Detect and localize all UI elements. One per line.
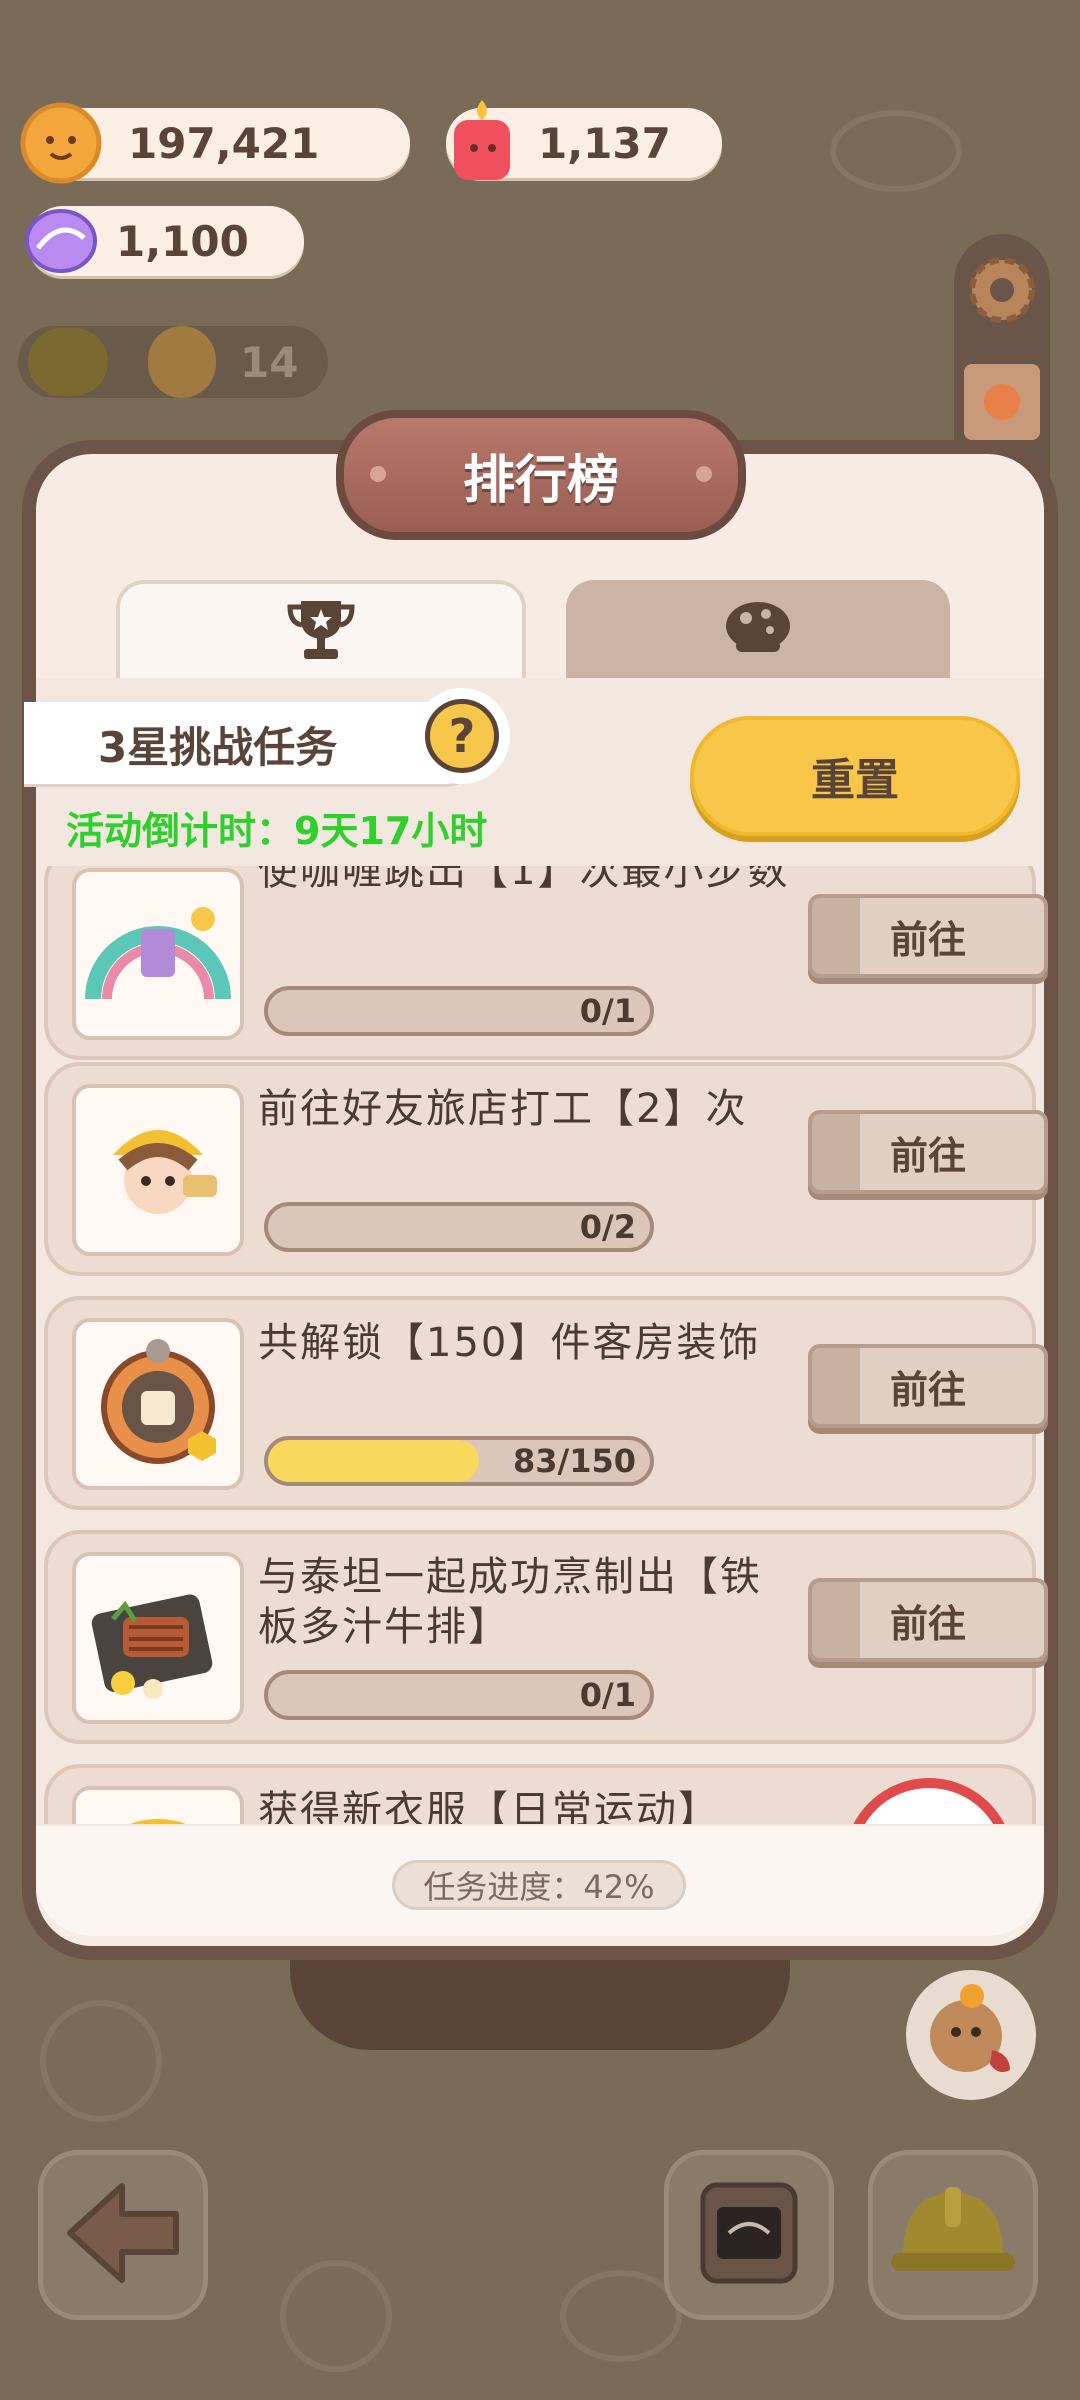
task-name: 与泰坦一起成功烹制出【铁板多汁牛排】 — [258, 1554, 762, 1650]
panel-title-plate: 排行榜 — [336, 410, 746, 540]
tab-mushroom[interactable] — [566, 580, 950, 680]
nail-left — [370, 466, 386, 482]
task-thumbnail — [72, 1786, 244, 1824]
help-icon: ? — [425, 699, 499, 773]
candle-icon — [444, 96, 520, 186]
task-thumbnail — [72, 1084, 244, 1256]
character-chat-button[interactable] — [906, 1970, 1036, 2100]
oven-icon — [689, 2173, 809, 2297]
completed-stamp-icon — [844, 1778, 1014, 1824]
task-progress-bar: 83/150 — [264, 1436, 654, 1486]
panel-footer: 任务进度：42% — [36, 1826, 1044, 1936]
level-bar: 14 — [18, 326, 328, 398]
help-button[interactable]: ? — [414, 688, 510, 784]
task-progress-value: 0/1 — [579, 1676, 636, 1714]
task-progress-bar: 0/2 — [264, 1202, 654, 1252]
candle-count: 1,137 — [538, 118, 671, 168]
task-item: 共解锁【150】件客房装饰 83/150 前往 — [44, 1296, 1048, 1510]
panel-title: 排行榜 — [462, 450, 619, 511]
task-name: 前往好友旅店打工【2】次 — [258, 1086, 748, 1132]
task-progress-value: 0/2 — [579, 1208, 636, 1246]
bakery-button[interactable] — [664, 2150, 834, 2320]
task-progress-bar: 0/1 — [264, 986, 654, 1036]
task-name: 获得新衣服【日常运动】 — [258, 1788, 720, 1824]
go-button[interactable]: 前往 — [808, 894, 1048, 978]
hardhat-icon — [883, 2173, 1023, 2297]
trophy-icon — [286, 597, 356, 667]
go-button[interactable]: 前往 — [808, 1110, 1048, 1194]
reset-button[interactable]: 重置 — [690, 716, 1020, 836]
task-name: 共解锁【150】件客房装饰 — [258, 1320, 761, 1366]
gem-count: 1,100 — [116, 216, 249, 266]
task-progress-value: 83/150 — [512, 1442, 636, 1480]
stamp-icon[interactable] — [964, 364, 1040, 440]
bg-doodle — [280, 2260, 392, 2372]
sun-icon — [28, 328, 108, 396]
task-item: 使咖喱跳出【1】次最小步数 0/1 前往 — [44, 866, 1048, 1060]
task-thumbnail — [72, 1318, 244, 1490]
task-progress-value: 0/1 — [579, 992, 636, 1030]
task-item: 与泰坦一起成功烹制出【铁板多汁牛排】 0/1 前往 — [44, 1530, 1048, 1744]
cookie-count: 197,421 — [128, 118, 320, 168]
level-count: 14 — [240, 338, 299, 387]
challenge-label: 3星挑战任务 — [98, 723, 338, 772]
go-button[interactable]: 前往 — [808, 1344, 1048, 1428]
go-button[interactable]: 前往 — [808, 1578, 1048, 1662]
cookie-icon — [18, 100, 104, 186]
bg-doodle — [40, 2000, 162, 2122]
back-arrow-icon — [58, 2178, 188, 2292]
task-thumbnail — [72, 1552, 244, 1724]
task-item: 获得新衣服【日常运动】 — [44, 1764, 1036, 1824]
task-list[interactable]: 使咖喱跳出【1】次最小步数 0/1 前往 前往好友旅店打工【2】次 0/2 前往… — [0, 866, 1080, 1824]
nail-right — [696, 466, 712, 482]
mushroom-icon — [722, 598, 794, 662]
back-button[interactable] — [38, 2150, 208, 2320]
task-progress-bar: 0/1 — [264, 1670, 654, 1720]
task-item: 前往好友旅店打工【2】次 0/2 前往 — [44, 1062, 1048, 1276]
settings-gear-icon[interactable] — [958, 246, 1046, 334]
task-progress-label: 任务进度：42% — [392, 1860, 686, 1910]
build-button[interactable] — [868, 2150, 1038, 2320]
gem-icon — [16, 198, 106, 284]
task-thumbnail — [72, 868, 244, 1040]
tab-trophy[interactable] — [116, 580, 526, 680]
countdown-text: 活动倒计时：9天17小时 — [66, 809, 488, 853]
task-name: 使咖喱跳出【1】次最小步数 — [258, 866, 790, 894]
bg-doodle — [830, 110, 962, 192]
cookie-character-icon — [148, 326, 216, 398]
task-progress-fill — [268, 1440, 480, 1482]
panel-base — [290, 1960, 790, 2050]
